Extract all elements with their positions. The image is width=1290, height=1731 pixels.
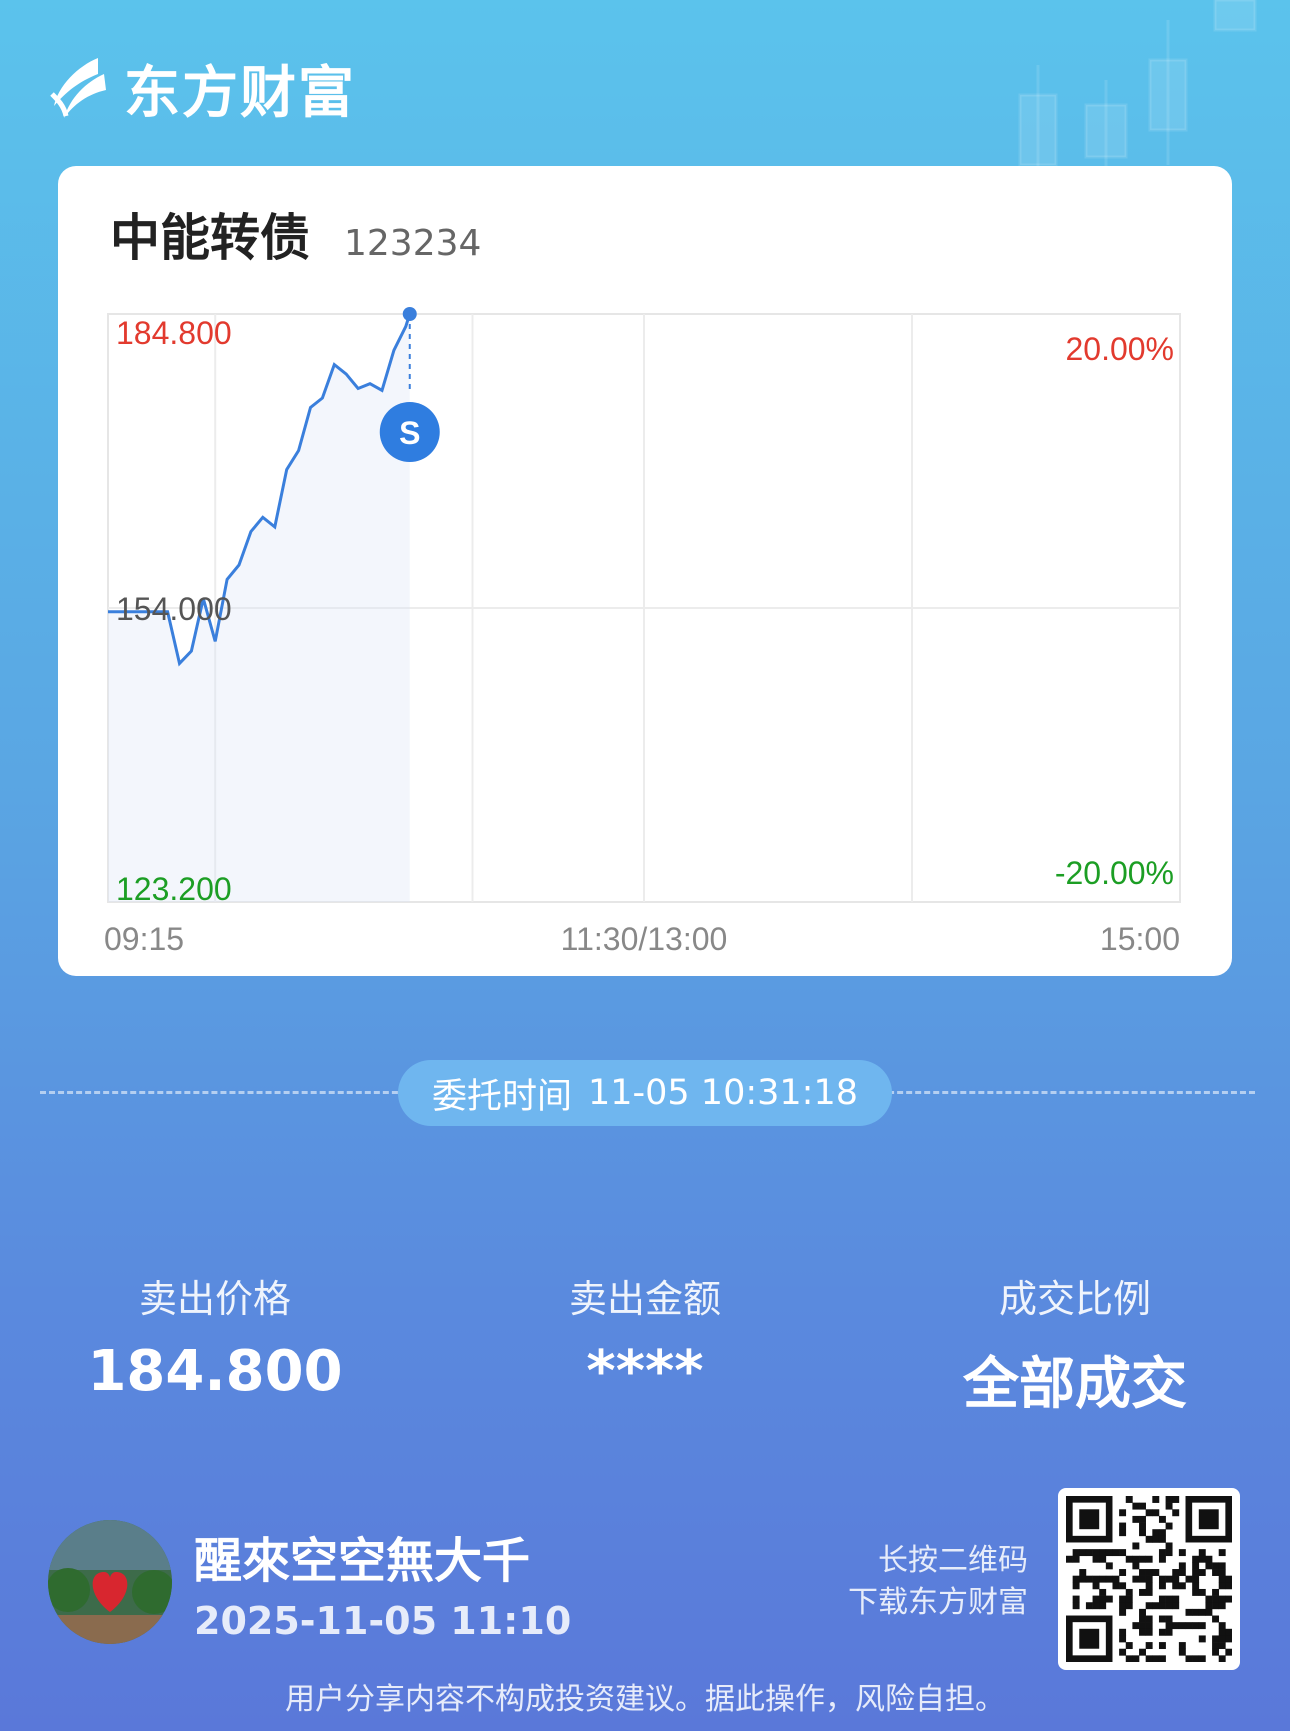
y-tick-label: 123.200 (116, 871, 232, 907)
brand-header: 东方财富 (48, 48, 356, 129)
disclaimer: 用户分享内容不构成投资建议。据此操作，风险自担。 (285, 1682, 1005, 1717)
stat-sell-price: 卖出价格 184.800 (0, 1268, 430, 1420)
qr-hint-line2: 下载东方财富 (848, 1585, 1028, 1620)
stat-label: 卖出价格 (138, 1277, 291, 1321)
user-name: 醒來空空無大千 (194, 1533, 531, 1589)
stat-label: 卖出金额 (568, 1277, 721, 1321)
x-tick-label: 11:30/13:00 (561, 921, 728, 957)
brand-name: 东方财富 (124, 61, 356, 126)
stat-value: **** (586, 1339, 704, 1404)
trade-stats: 卖出价格 184.800 卖出金额 **** 成交比例 全部成交 (0, 1268, 1290, 1420)
x-tick-label: 09:15 (104, 921, 184, 957)
qr-hint-line1: 长按二维码 (878, 1543, 1028, 1578)
stat-value: 全部成交 (963, 1352, 1187, 1417)
stat-sell-amount: 卖出金额 **** (430, 1268, 860, 1420)
stat-fill-ratio: 成交比例 全部成交 (860, 1268, 1290, 1420)
y-tick-label: 154.000 (116, 591, 232, 627)
intraday-chart: S 184.800 154.000 123.200 20.00% -20.00% 09:15… (104, 307, 1181, 957)
quote-chart-card: 中能转债 123234 S 184.800 154.000 123.200 20.00%… (58, 166, 1232, 976)
entrust-label: 委托时间 (431, 1076, 572, 1117)
x-tick-label: 15:00 (1100, 921, 1180, 957)
qr-code[interactable] (1058, 1488, 1240, 1670)
avatar[interactable] (48, 1520, 172, 1644)
user-info: 醒來空空無大千 2025-11-05 11:10 (48, 1520, 571, 1644)
entrust-time: 11-05 10:31:18 (587, 1073, 859, 1113)
stat-label: 成交比例 (998, 1277, 1151, 1321)
qr-hint: 长按二维码 下载东方财富 (848, 1540, 1028, 1624)
entrust-time-badge: 委托时间 11-05 10:31:18 (398, 1060, 892, 1126)
share-time: 2025-11-05 11:10 (194, 1599, 572, 1643)
y-right-tick-label: 20.00% (1065, 331, 1174, 367)
eastmoney-logo-icon (50, 57, 106, 118)
sell-marker-label: S (399, 415, 420, 451)
y-tick-label: 184.800 (116, 315, 232, 351)
stat-value: 184.800 (87, 1339, 343, 1404)
y-right-tick-label: -20.00% (1055, 855, 1174, 891)
avatar-image (48, 1520, 172, 1644)
qr-code-icon (1066, 1496, 1233, 1663)
